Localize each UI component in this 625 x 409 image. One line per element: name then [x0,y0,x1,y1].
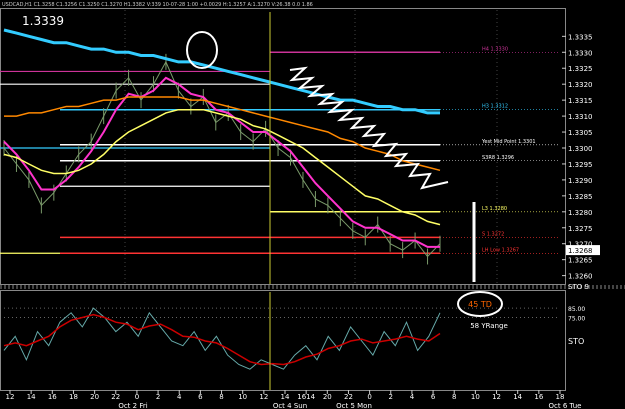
current-price-label: 1.3268 [568,247,593,255]
level-label: L3 1.3280 [482,206,507,212]
day-label: Oct 4 Sun [273,402,307,409]
x-tick-label: 22 [344,393,353,401]
x-tick-label: 0 [367,393,371,401]
x-tick-label: 16 [534,393,543,401]
level-label: LH Low 1.3267 [482,247,519,253]
x-tick-label: 12 [6,393,15,401]
x-tick-label: 22 [111,393,120,401]
level-label: H3 1.3312 [482,104,508,110]
y-tick-label: 1.3265 [568,257,593,265]
y-tick-label: 1.3320 [568,81,593,89]
y-tick-label: 1.3280 [568,209,593,217]
range-label: 58 YRange [470,322,508,330]
day-label: Oct 5 Mon [336,402,372,409]
td-label: 45 TD [468,300,492,309]
x-tick-label: 6 [198,393,203,401]
x-tick-label: 18 [69,393,78,401]
level-label: H4 1.3330 [482,46,508,52]
level-label: S3R8 1.3296 [482,155,514,161]
x-tick-label: 12 [259,393,268,401]
y-tick-label: 1.3305 [568,129,593,137]
sto-label: STO [568,337,584,346]
x-tick-label: 12 [492,393,501,401]
level-label: S 1.3272 [482,231,504,237]
level-label: Yest Mid Point 1.3301 [481,139,536,145]
x-tick-label: 18 [556,393,565,401]
y-tick-label: 1.3285 [568,193,593,201]
y-tick-label: 1.3325 [568,65,593,73]
x-tick-label: 8 [452,393,456,401]
sto-tick-label: 85.00 [568,306,585,313]
x-tick-label: 0 [135,393,139,401]
x-tick-label: 4 [177,393,182,401]
y-tick-label: 1.3300 [568,145,593,153]
y-tick-label: 1.3335 [568,33,593,41]
x-tick-label: 14 [281,393,290,401]
sto-tick-label: 75.00 [568,316,585,323]
y-tick-label: 1.3290 [568,177,593,185]
x-tick-label: 2 [156,393,160,401]
y-tick-label: 1.3275 [568,225,593,233]
header-info: USDCAD,H1 C1.3258 C1.3256 C1.3250 C1.327… [2,2,313,8]
day-label: Oct 2 Fri [118,402,147,409]
x-tick-label: 14 [513,393,522,401]
x-tick-label: 6 [431,393,436,401]
x-tick-label: 20 [323,393,332,401]
x-tick-label: 20 [90,393,99,401]
y-tick-label: 1.3295 [568,161,593,169]
chart-canvas: USDCAD,H1 C1.3258 C1.3256 C1.3250 C1.327… [0,0,625,409]
x-tick-label: 10 [471,393,480,401]
y-tick-label: 1.3315 [568,97,593,105]
y-tick-label: 1.3310 [568,113,593,121]
x-tick-label: 16 [48,393,57,401]
x-tick-label: 4 [410,393,415,401]
x-tick-label: 8 [219,393,223,401]
price-tag: 1.3339 [22,14,64,28]
x-tick-label: 14 [27,393,36,401]
x-tick-label: 10 [238,393,247,401]
y-tick-label: 1.3260 [568,273,593,281]
x-tick-label: 1614 [297,393,315,401]
day-label: Oct 6 Tue [549,402,582,409]
chart-background [0,0,625,409]
y-tick-label: 1.3330 [568,49,593,57]
sto-axis-label: STO 9 [568,283,589,291]
x-tick-label: 2 [389,393,393,401]
